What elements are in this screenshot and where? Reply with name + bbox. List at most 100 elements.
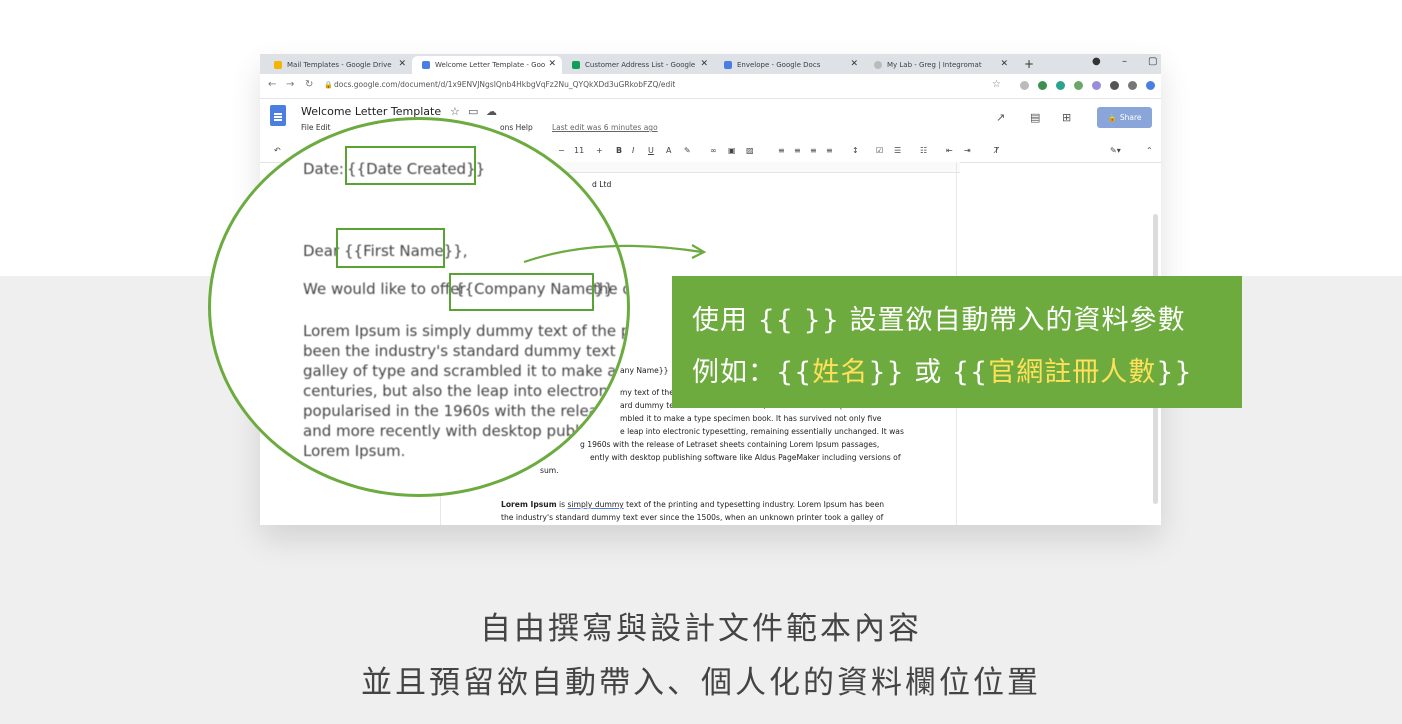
- font-size-decrease-icon[interactable]: −: [558, 146, 565, 155]
- forward-icon[interactable]: →: [286, 79, 294, 90]
- insert-image-icon[interactable]: ▨: [746, 146, 754, 155]
- undo-icon[interactable]: ↶: [274, 146, 281, 155]
- tab-label: My Lab - Greg | Integromat: [887, 61, 982, 69]
- new-tab-icon[interactable]: +: [1024, 57, 1034, 71]
- extension-icon[interactable]: [1056, 81, 1065, 90]
- extension-icon[interactable]: [1038, 81, 1047, 90]
- lorem-line: popularised in the 1960s with the releas…: [303, 402, 630, 420]
- link-icon[interactable]: ∞: [710, 146, 717, 155]
- lorem-line: galley of type and scrambled it to make …: [303, 362, 630, 380]
- lock-icon: 🔒: [1107, 113, 1117, 122]
- close-icon[interactable]: ✕: [1000, 59, 1008, 69]
- font-size-value[interactable]: 11: [574, 146, 584, 155]
- share-label: Share: [1119, 113, 1142, 122]
- last-edit-link[interactable]: Last edit was 6 minutes ago: [552, 123, 658, 132]
- callout-mid: }} 或 {{: [868, 357, 989, 388]
- link-text: simply dummy: [567, 500, 624, 509]
- arrow-icon: [523, 244, 707, 264]
- increase-indent-icon[interactable]: ⇥: [964, 146, 971, 155]
- menu-bar[interactable]: File Edit: [301, 123, 330, 132]
- tab-label: Welcome Letter Template - Goo: [435, 61, 546, 69]
- back-icon[interactable]: ←: [268, 79, 276, 90]
- numbered-list-icon[interactable]: ☷: [920, 146, 927, 155]
- close-icon[interactable]: ✕: [850, 59, 858, 69]
- comment-icon[interactable]: ▤: [1030, 111, 1040, 124]
- line-spacing-icon[interactable]: ↕: [852, 146, 859, 155]
- date-label: Date:: [303, 160, 344, 178]
- maximize-icon[interactable]: ▢: [1148, 56, 1157, 67]
- lock-icon: 🔒: [324, 81, 333, 89]
- lorem-line: Lorem Ipsum.: [303, 442, 406, 460]
- close-icon[interactable]: ✕: [700, 59, 708, 69]
- close-icon[interactable]: ✕: [548, 59, 556, 69]
- callout-line-1: 使用 {{ }} 設置欲自動帶入的資料參數: [692, 305, 1186, 336]
- reading-list-icon[interactable]: [1128, 81, 1137, 90]
- editing-mode-icon[interactable]: ✎▾: [1110, 146, 1121, 155]
- extension-icon[interactable]: [1092, 81, 1101, 90]
- tab-customer-address[interactable]: Customer Address List - Google ✕: [562, 56, 714, 74]
- avatar[interactable]: [1146, 81, 1155, 90]
- docs-icon: [422, 61, 430, 69]
- chevron-up-icon[interactable]: ⌃: [1146, 146, 1153, 155]
- justify-icon[interactable]: ≡: [826, 146, 833, 155]
- sheets-icon: [572, 61, 580, 69]
- company-suffix-text: d Ltd: [592, 180, 612, 189]
- tab-label: Customer Address List - Google: [585, 61, 696, 69]
- meet-icon[interactable]: ⊞: [1062, 111, 1071, 124]
- profile-icon[interactable]: ●: [1092, 56, 1101, 67]
- tab-label: Envelope - Google Docs: [737, 61, 821, 69]
- minimize-icon[interactable]: –: [1122, 56, 1127, 67]
- tab-welcome-letter[interactable]: Welcome Letter Template - Goo ✕: [412, 56, 562, 74]
- body-line: my text of the: [620, 388, 674, 397]
- lorem-line: been the industry's standard dummy text …: [303, 342, 630, 360]
- callout-count-field: 官網註冊人數: [988, 357, 1157, 388]
- cloud-icon: ☁: [486, 105, 497, 118]
- tab-strip: Mail Templates - Google Drive ✕ Welcome …: [260, 54, 1161, 74]
- highlight-icon[interactable]: ✎: [684, 146, 691, 155]
- magnifier-circle: Date: {{Date Created}} Dear {{First Name…: [208, 117, 630, 497]
- font-size-increase-icon[interactable]: +: [596, 146, 603, 155]
- insert-comment-icon[interactable]: ▣: [728, 146, 736, 155]
- offer-suffix: the op: [593, 280, 627, 298]
- share-button[interactable]: 🔒 Share: [1097, 107, 1152, 128]
- tab-envelope[interactable]: Envelope - Google Docs ✕: [714, 56, 864, 74]
- move-icon[interactable]: ▭: [468, 105, 478, 118]
- bulleted-list-icon[interactable]: ☰: [894, 146, 901, 155]
- lorem-line: and more recently with desktop publishin: [303, 422, 615, 440]
- tab-mail-templates[interactable]: Mail Templates - Google Drive ✕: [264, 56, 412, 74]
- line-text: text of the printing and typesetting ind…: [626, 500, 885, 509]
- tab-integromat[interactable]: My Lab - Greg | Integromat ✕: [864, 56, 1014, 74]
- first-name-placeholder-highlight: [336, 228, 445, 268]
- url-input[interactable]: docs.google.com/document/d/1x9ENVJNgsIQn…: [334, 80, 675, 89]
- menu-bar-tail[interactable]: ons Help: [500, 123, 533, 132]
- star-icon[interactable]: ☆: [992, 79, 1001, 90]
- puzzle-icon[interactable]: [1110, 81, 1119, 90]
- bold-icon[interactable]: B: [616, 146, 622, 155]
- decrease-indent-icon[interactable]: ⇤: [946, 146, 953, 155]
- callout-box: 使用 {{ }} 設置欲自動帶入的資料參數 例如：{{姓名}} 或 {{官網註冊…: [672, 276, 1242, 408]
- docs-icon: [724, 61, 732, 69]
- extension-icon[interactable]: [1074, 81, 1083, 90]
- callout-prefix: 例如：{{: [692, 357, 813, 388]
- bold-text: Lorem Ipsum: [501, 500, 557, 509]
- clear-format-icon[interactable]: Ⱦ: [994, 146, 999, 155]
- extension-icon[interactable]: [1020, 81, 1029, 90]
- close-icon[interactable]: ✕: [398, 59, 406, 69]
- lorem-line: Lorem Ipsum is simply dummy text of the …: [303, 322, 630, 340]
- align-left-icon[interactable]: ≡: [778, 146, 785, 155]
- reload-icon[interactable]: ↻: [305, 79, 313, 90]
- callout-name-field: 姓名: [812, 357, 869, 388]
- body-line: e leap into electronic typesetting, rema…: [620, 427, 904, 436]
- company-placeholder-tail: any Name}}: [620, 366, 669, 375]
- italic-icon[interactable]: I: [632, 146, 634, 155]
- align-center-icon[interactable]: ≡: [794, 146, 801, 155]
- paragraph-2-line-2: the industry's standard dummy text ever …: [501, 513, 884, 522]
- align-right-icon[interactable]: ≡: [810, 146, 817, 155]
- checklist-icon[interactable]: ☑: [876, 146, 883, 155]
- text-color-icon[interactable]: A: [666, 146, 671, 155]
- star-icon[interactable]: ☆: [450, 105, 460, 118]
- underline-icon[interactable]: U: [648, 146, 654, 155]
- activity-icon[interactable]: ↗: [996, 111, 1005, 124]
- callout-line-2: 例如：{{姓名}} 或 {{官網註冊人數}}: [692, 350, 1193, 389]
- paragraph-2-line-1: Lorem Ipsum is simply dummy text of the …: [501, 500, 885, 509]
